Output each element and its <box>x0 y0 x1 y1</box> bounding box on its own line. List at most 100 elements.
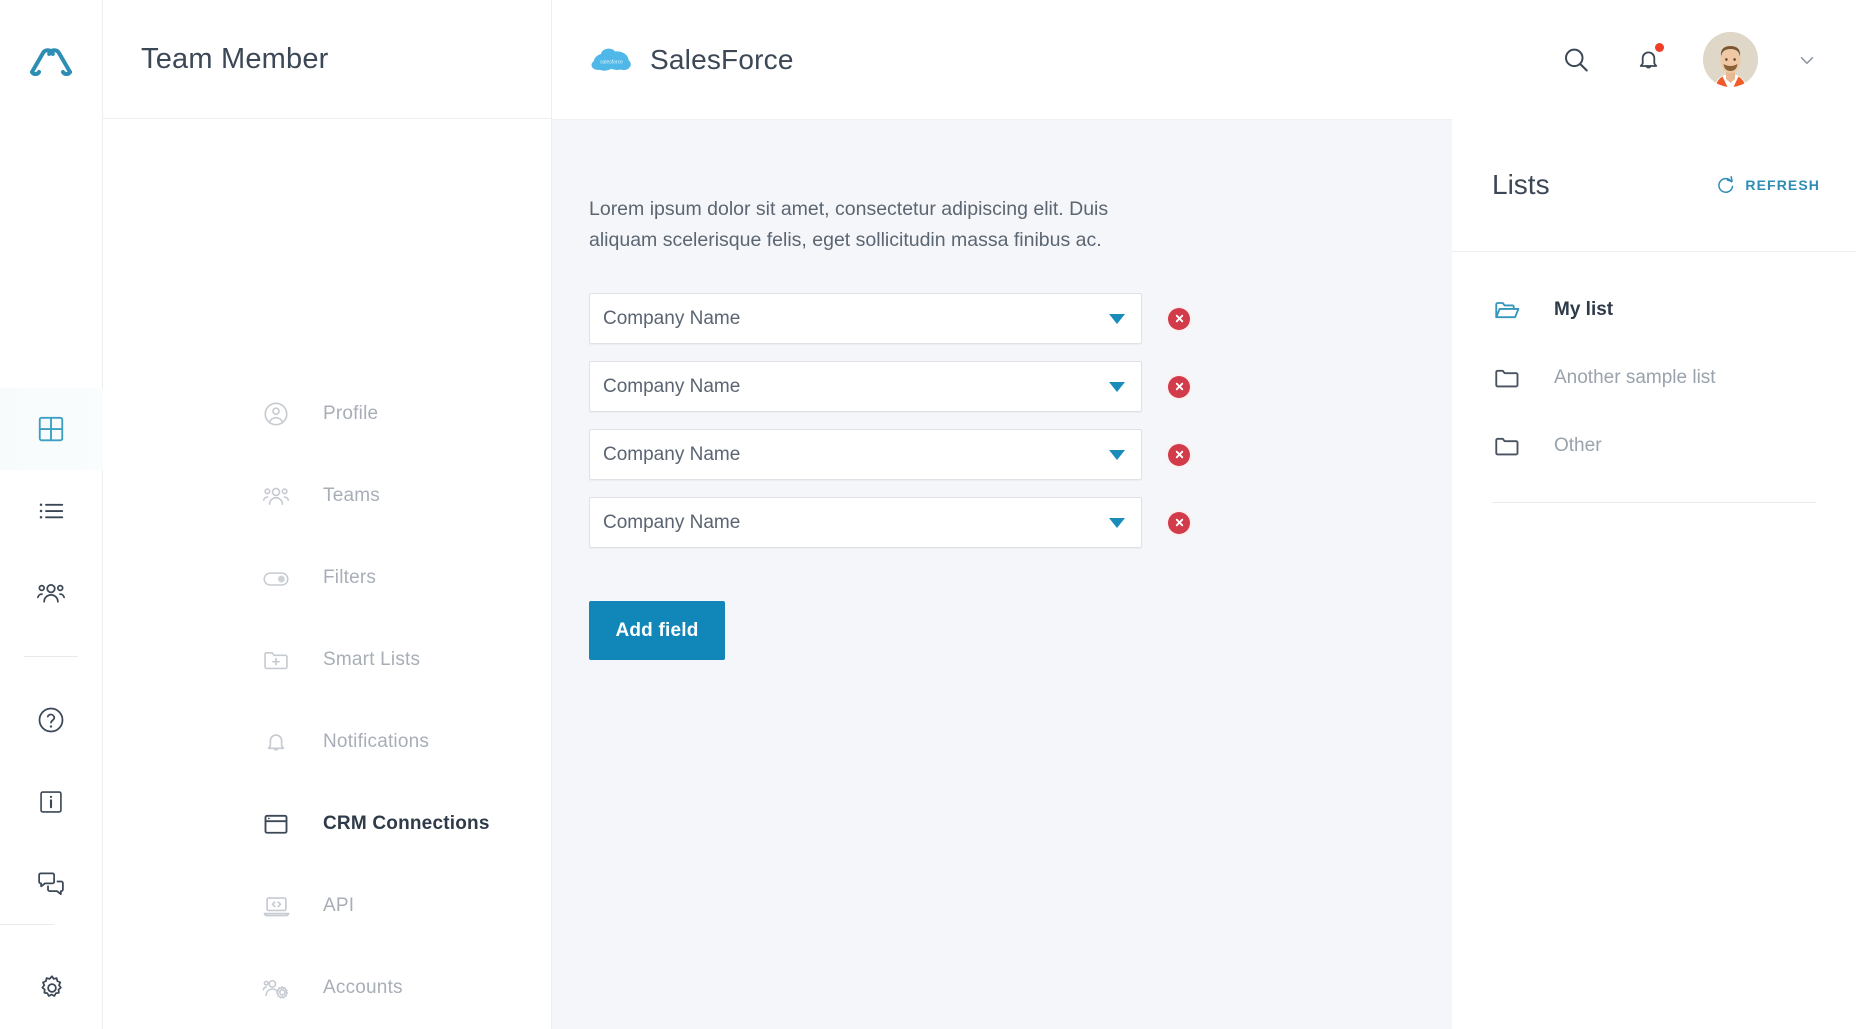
folder-open-icon <box>1492 295 1522 325</box>
close-icon <box>1175 450 1183 459</box>
rail-secondary-group <box>0 679 102 925</box>
sidebar-item-label: Teams <box>323 485 380 506</box>
sidebar-item-filters[interactable]: Filters <box>103 537 551 619</box>
sidebar-item-label: Profile <box>323 403 379 424</box>
browser-window-icon <box>261 809 291 839</box>
brand-name: SalesForce <box>650 43 794 75</box>
notification-badge-dot <box>1655 42 1664 52</box>
sidebar-item-label: API <box>323 895 355 916</box>
svg-text:salesforce: salesforce <box>600 59 623 65</box>
field-row: Company Name <box>589 293 1452 344</box>
user-circle-icon <box>261 399 291 429</box>
remove-field-button[interactable] <box>1168 511 1190 534</box>
search-button[interactable] <box>1559 43 1593 77</box>
search-icon <box>1565 48 1588 71</box>
sidebar-item-label: CRM Connections <box>323 813 490 834</box>
refresh-label: REFRESH <box>1745 177 1820 193</box>
list-item[interactable]: Other <box>1452 412 1856 480</box>
sidebar-item-notifications[interactable]: Notifications <box>103 701 551 783</box>
list-item[interactable]: Another sample list <box>1452 344 1856 412</box>
sidebar-item-teams[interactable]: Teams <box>103 455 551 537</box>
add-field-button[interactable]: Add field <box>589 601 725 660</box>
info-square-icon <box>40 791 62 813</box>
main-below-topbar: Lorem ipsum dolor sit amet, consectetur … <box>552 119 1856 1029</box>
brand-logo-icon <box>30 48 72 76</box>
rail-item-info[interactable] <box>0 761 103 843</box>
lists-panel-header: Lists REFRESH <box>1452 119 1856 252</box>
brand-logo[interactable] <box>0 0 102 120</box>
sidebar-item-crm-connections[interactable]: CRM Connections <box>103 783 551 865</box>
lists-panel-title: Lists <box>1492 169 1550 200</box>
app-root: Team Member Profile Teams Filters Smart … <box>0 0 1856 1029</box>
help-circle-icon <box>38 707 64 733</box>
lists-panel: Lists REFRESH My list Another sample lis… <box>1452 119 1856 1029</box>
rail-item-people[interactable] <box>0 552 103 634</box>
field-row: Company Name <box>589 429 1452 480</box>
grid-icon <box>38 416 64 442</box>
sidebar-header: Team Member <box>103 0 551 119</box>
chevron-down-icon <box>1109 381 1125 392</box>
sidebar-item-label: Filters <box>323 567 377 588</box>
company-name-select[interactable]: Company Name <box>589 361 1142 412</box>
chat-bubbles-icon <box>38 872 64 895</box>
list-item[interactable]: My list <box>1452 276 1856 344</box>
sidebar-item-accounts[interactable]: Accounts <box>103 947 551 1029</box>
content-panel: Lorem ipsum dolor sit amet, consectetur … <box>552 119 1452 1029</box>
chevron-down-icon <box>1800 56 1814 64</box>
folder-plus-icon <box>261 645 291 675</box>
remove-field-button[interactable] <box>1168 443 1190 466</box>
gear-icon <box>41 975 62 997</box>
topbar-actions <box>1559 32 1818 87</box>
salesforce-cloud-icon: salesforce <box>591 48 631 71</box>
close-icon <box>1175 314 1183 323</box>
folder-icon <box>1492 363 1522 393</box>
company-name-select[interactable]: Company Name <box>589 497 1142 548</box>
list-item-label: Other <box>1554 435 1602 456</box>
rail-item-help[interactable] <box>0 679 103 761</box>
list-item-label: My list <box>1554 299 1614 320</box>
select-value: Company Name <box>603 375 741 397</box>
close-icon <box>1175 518 1183 527</box>
folder-icon <box>1492 431 1522 461</box>
rail-primary-group <box>0 388 103 634</box>
rail-item-settings[interactable] <box>0 947 103 1029</box>
sidebar-item-label: Smart Lists <box>323 649 421 670</box>
refresh-icon <box>1718 175 1734 193</box>
rail-item-list[interactable] <box>0 470 103 552</box>
field-row: Company Name <box>589 497 1452 548</box>
close-icon <box>1175 382 1183 391</box>
notifications-button[interactable] <box>1631 42 1665 77</box>
account-menu-button[interactable] <box>1796 49 1818 71</box>
main-area: salesforce SalesForce Lorem ipsum dolor … <box>552 0 1856 1029</box>
sidebar: Team Member Profile Teams Filters Smart … <box>103 0 552 1029</box>
people-icon <box>37 584 65 603</box>
brand: salesforce SalesForce <box>590 44 794 76</box>
sidebar-nav: Profile Teams Filters Smart Lists Notifi… <box>103 119 551 1029</box>
rail-bottom-group <box>0 902 103 1029</box>
toggle-icon <box>261 563 291 593</box>
select-value: Company Name <box>603 443 741 465</box>
select-value: Company Name <box>603 307 741 329</box>
avatar[interactable] <box>1703 32 1758 87</box>
remove-field-button[interactable] <box>1168 375 1190 398</box>
sidebar-item-profile[interactable]: Profile <box>103 373 551 455</box>
bell-icon <box>261 727 291 757</box>
list-icon <box>39 503 64 519</box>
laptop-code-icon <box>261 891 291 921</box>
topbar: salesforce SalesForce <box>552 0 1856 119</box>
sidebar-item-label: Notifications <box>323 731 430 752</box>
sidebar-item-api[interactable]: API <box>103 865 551 947</box>
list-item-label: Another sample list <box>1554 367 1716 388</box>
page-title: Team Member <box>141 42 329 75</box>
sidebar-item-smart-lists[interactable]: Smart Lists <box>103 619 551 701</box>
company-name-select[interactable]: Company Name <box>589 293 1142 344</box>
rail-divider <box>24 656 78 657</box>
refresh-button[interactable]: REFRESH <box>1716 175 1820 195</box>
sidebar-item-label: Accounts <box>323 977 403 998</box>
chevron-down-icon <box>1109 313 1125 324</box>
company-name-select[interactable]: Company Name <box>589 429 1142 480</box>
lists-divider <box>1492 502 1816 503</box>
rail-item-grid[interactable] <box>0 388 103 470</box>
rail-divider-bottom <box>0 924 54 925</box>
remove-field-button[interactable] <box>1168 307 1190 330</box>
